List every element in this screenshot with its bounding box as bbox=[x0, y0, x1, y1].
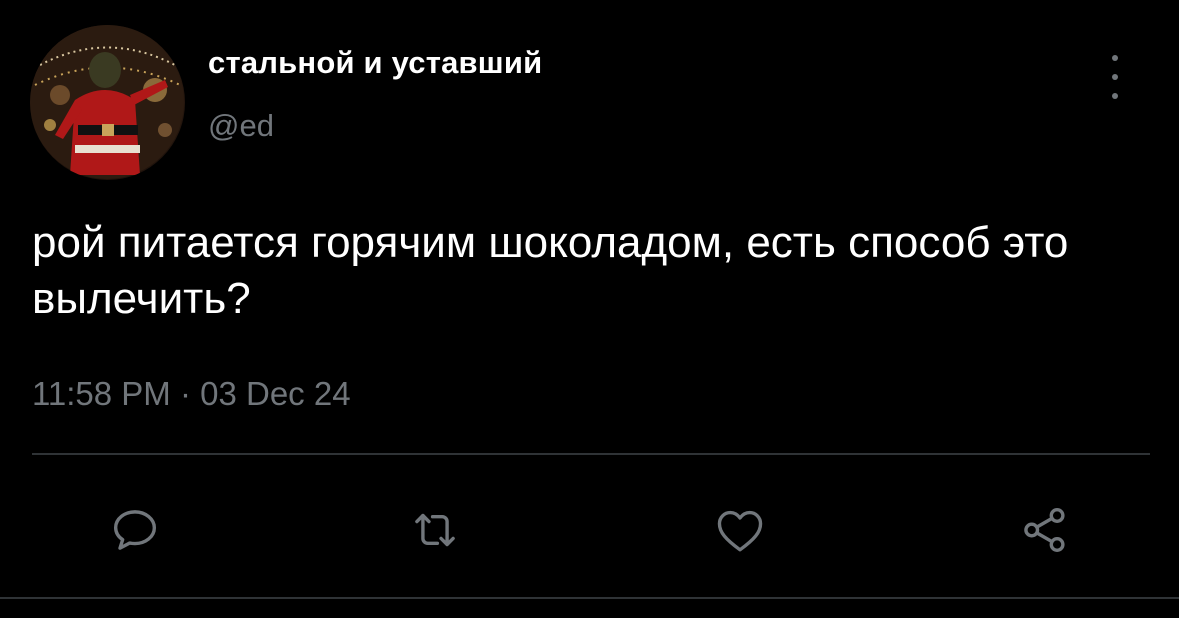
avatar-image bbox=[30, 25, 184, 179]
like-button[interactable] bbox=[705, 495, 775, 565]
tweet-text: рой питается горячим шоколадом, есть спо… bbox=[32, 218, 1069, 323]
tweet-timestamp[interactable]: 11:58 PM · 03 Dec 24 bbox=[32, 375, 351, 413]
display-name[interactable]: стальной и уставший bbox=[208, 45, 542, 81]
reply-icon bbox=[113, 510, 157, 550]
divider bbox=[0, 597, 1179, 599]
heart-icon bbox=[717, 510, 763, 552]
user-handle[interactable]: @ed bbox=[208, 108, 274, 144]
more-dot bbox=[1112, 74, 1118, 80]
divider bbox=[32, 453, 1150, 455]
avatar[interactable] bbox=[30, 25, 185, 180]
more-dot bbox=[1112, 55, 1118, 61]
more-vertical-icon[interactable] bbox=[1100, 55, 1130, 99]
share-icon bbox=[1024, 508, 1065, 552]
more-dot bbox=[1112, 93, 1118, 99]
tweet-actions bbox=[0, 495, 1179, 565]
reply-button[interactable] bbox=[100, 495, 170, 565]
share-button[interactable] bbox=[1010, 495, 1080, 565]
retweet-button[interactable] bbox=[400, 495, 470, 565]
retweet-icon bbox=[415, 513, 455, 547]
